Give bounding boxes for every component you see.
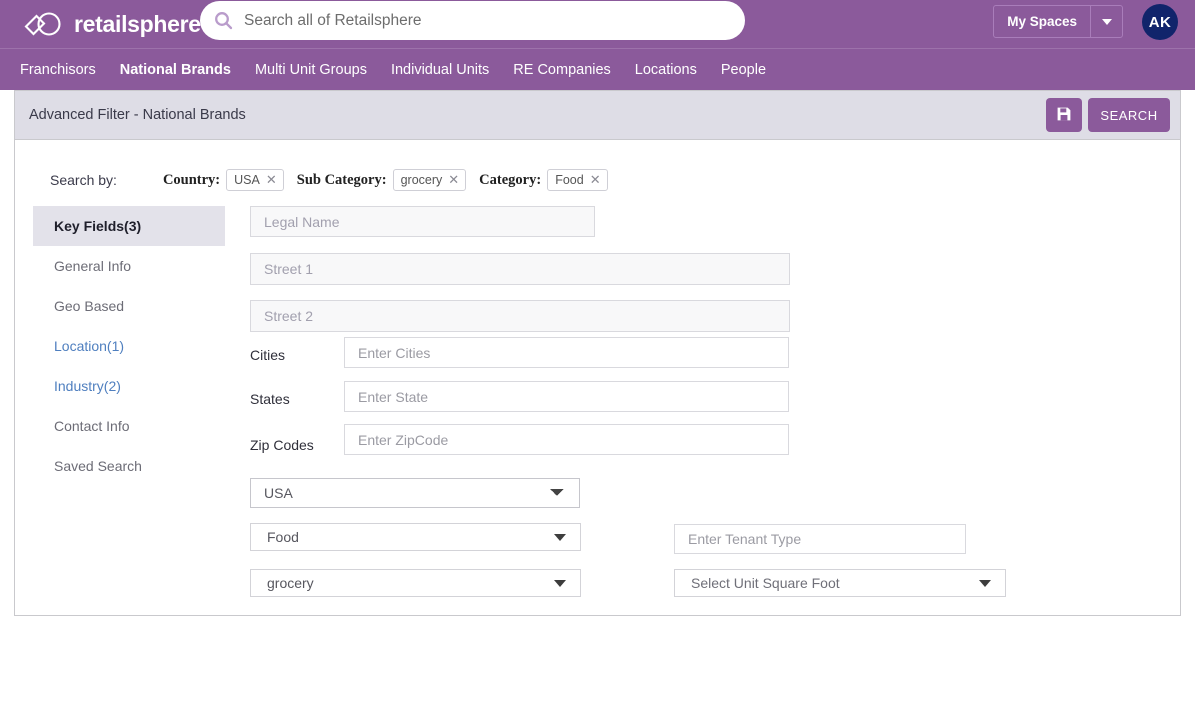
legal-name-input[interactable] — [250, 206, 595, 237]
tenant-type-input[interactable] — [674, 524, 966, 554]
street2-input[interactable] — [250, 300, 790, 332]
advanced-filter-panel: Advanced Filter - National Brands SEARCH… — [14, 90, 1181, 616]
cities-input[interactable] — [344, 337, 789, 368]
cities-label: Cities — [250, 347, 286, 363]
unit-square-foot-select[interactable]: Select Unit Square Foot — [674, 569, 1006, 597]
search-input[interactable] — [242, 10, 712, 31]
nav-item-individual-units[interactable]: Individual Units — [391, 62, 489, 78]
tag-circle-icon — [22, 9, 68, 39]
nav-item-people[interactable]: People — [721, 62, 766, 78]
main-navigation: Franchisors National Brands Multi Unit G… — [0, 48, 1195, 90]
zip-codes-label: Zip Codes — [250, 437, 314, 453]
chevron-down-icon — [1101, 18, 1112, 25]
street1-input[interactable] — [250, 253, 790, 285]
brand-logo[interactable]: retailsphere — [22, 9, 201, 39]
nav-item-multi-unit-groups[interactable]: Multi Unit Groups — [255, 62, 367, 78]
nav-item-franchisors[interactable]: Franchisors — [20, 62, 96, 78]
my-spaces-button[interactable]: My Spaces — [994, 6, 1091, 37]
brand-name: retailsphere — [74, 10, 201, 37]
caret-down-icon — [554, 579, 566, 587]
avatar[interactable]: AK — [1142, 4, 1178, 40]
top-header-bar: retailsphere My Spaces AK — [0, 0, 1195, 48]
subcategory-select-value: grocery — [267, 575, 314, 591]
zip-codes-input[interactable] — [344, 424, 789, 455]
nav-item-national-brands[interactable]: National Brands — [120, 62, 231, 78]
states-input[interactable] — [344, 381, 789, 412]
category-select[interactable]: Food — [250, 523, 581, 551]
my-spaces-group[interactable]: My Spaces — [993, 5, 1123, 38]
nav-item-re-companies[interactable]: RE Companies — [513, 62, 611, 78]
category-select-value: Food — [267, 529, 299, 545]
country-select[interactable]: USA — [250, 478, 580, 508]
subcategory-select[interactable]: grocery — [250, 569, 581, 597]
caret-down-icon — [554, 533, 566, 541]
states-label: States — [250, 391, 290, 407]
key-fields-form: Cities States Zip Codes USA Food grocery… — [15, 91, 1180, 615]
global-search[interactable] — [200, 1, 745, 40]
caret-down-icon — [979, 579, 991, 587]
my-spaces-dropdown-toggle[interactable] — [1091, 6, 1122, 37]
search-icon — [214, 11, 233, 30]
unit-square-foot-value: Select Unit Square Foot — [691, 575, 840, 591]
nav-item-locations[interactable]: Locations — [635, 62, 697, 78]
